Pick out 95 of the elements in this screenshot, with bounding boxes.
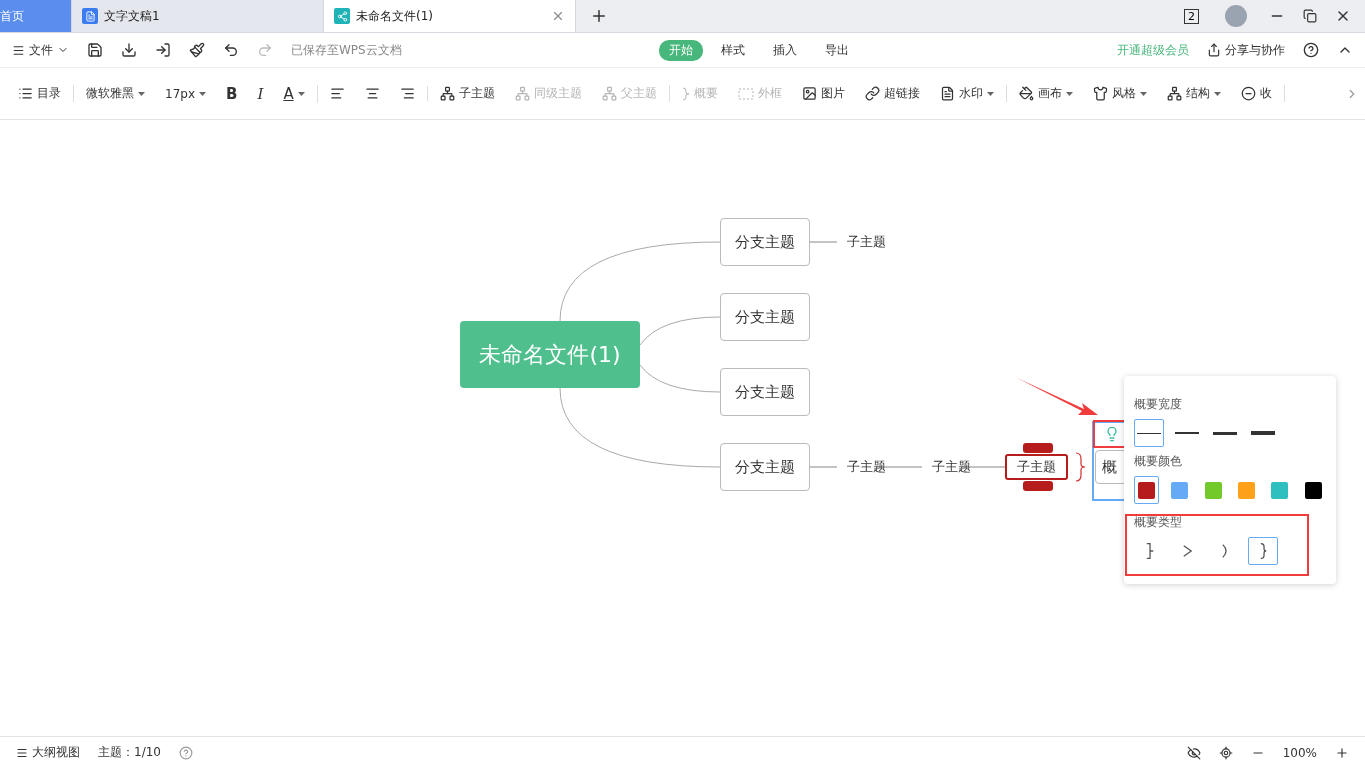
- zoom-level: 100%: [1282, 745, 1317, 760]
- width-option[interactable]: [1134, 419, 1164, 447]
- shirt-icon: [1092, 86, 1108, 101]
- resize-handle[interactable]: [1023, 481, 1053, 491]
- toolbar-button[interactable]: 画布: [1018, 85, 1073, 102]
- document-tab[interactable]: 未命名文件(1): [324, 0, 576, 32]
- toolbar-button[interactable]: 超链接: [864, 85, 920, 102]
- topic-count: 主题：1/10: [98, 744, 161, 761]
- branch-topic[interactable]: 分支主题: [720, 443, 810, 491]
- ribbon-tab[interactable]: 插入: [763, 39, 808, 61]
- ribbon-tab[interactable]: 导出: [815, 39, 860, 61]
- brace-icon: [681, 86, 690, 101]
- subtopic-icon: [439, 86, 455, 101]
- caret-icon[interactable]: [199, 91, 206, 96]
- brace-style-icon: [1220, 543, 1230, 559]
- caret-icon[interactable]: [1139, 91, 1147, 96]
- caret-icon[interactable]: [986, 91, 994, 96]
- caret-icon[interactable]: [138, 91, 145, 96]
- toolbar-button[interactable]: B: [226, 84, 238, 103]
- color-option[interactable]: [1134, 476, 1160, 504]
- sibling-topic-icon: [514, 86, 530, 101]
- window-count[interactable]: 2: [1184, 8, 1199, 24]
- document-tab[interactable]: 文字文稿1: [72, 0, 324, 32]
- branch-topic[interactable]: 分支主题: [720, 368, 810, 416]
- outline-icon[interactable]: [16, 746, 28, 759]
- writer-icon: [82, 8, 98, 24]
- toolbar-button[interactable]: [364, 86, 380, 101]
- section-title: 概要类型: [1134, 514, 1183, 531]
- document-icon: [939, 86, 955, 101]
- dashed-frame-icon: [737, 87, 754, 100]
- tab-label: 首页: [0, 7, 24, 25]
- connector-line: [876, 466, 923, 468]
- minus-circle-icon: [1240, 86, 1256, 101]
- share-button[interactable]: 分享与协作: [1225, 41, 1285, 59]
- restore-icon[interactable]: [1303, 9, 1317, 23]
- summary-brace: [1075, 452, 1086, 482]
- toolbar-button[interactable]: 目录: [18, 85, 61, 102]
- parent-topic-icon: [601, 86, 617, 101]
- menu-icon[interactable]: [12, 43, 25, 57]
- toolbar-button[interactable]: 结构: [1166, 85, 1221, 102]
- connector-line: [809, 241, 838, 243]
- help-icon[interactable]: [1303, 42, 1319, 58]
- toolbar-button[interactable]: [329, 86, 345, 101]
- type-option[interactable]: [1248, 537, 1278, 565]
- share-icon[interactable]: [1207, 43, 1221, 57]
- connector-line: [809, 466, 838, 468]
- caret-icon[interactable]: [297, 91, 305, 96]
- toolbar-button[interactable]: I: [257, 84, 264, 103]
- branch-topic[interactable]: 分支主题: [720, 293, 810, 341]
- branch-topic[interactable]: 分支主题: [720, 218, 810, 266]
- save-status: 已保存至WPS云文档: [291, 41, 402, 59]
- download-icon[interactable]: [121, 42, 137, 58]
- format-painter-icon[interactable]: [189, 42, 205, 58]
- outline-view-button[interactable]: 大纲视图: [32, 744, 80, 761]
- align-left-icon: [329, 86, 345, 101]
- brace-style-icon: [1144, 543, 1154, 559]
- tab-label: 文字文稿1: [104, 7, 160, 25]
- image-icon: [801, 86, 817, 101]
- toolbar-button[interactable]: 微软雅黑: [86, 85, 145, 102]
- toolbar-button[interactable]: 图片: [801, 85, 845, 102]
- ribbon-tab[interactable]: 样式: [711, 39, 756, 61]
- brace-style-icon: [1182, 543, 1192, 559]
- subtopic[interactable]: 子主题: [837, 229, 896, 255]
- toolbar-button[interactable]: [399, 86, 415, 101]
- subtopic[interactable]: 子主题: [1005, 454, 1068, 480]
- toolbar-button[interactable]: 17px: [165, 86, 206, 101]
- section-title: 概要颜色: [1134, 453, 1183, 470]
- hide-icon[interactable]: [1186, 745, 1201, 760]
- outline-icon: [18, 86, 33, 101]
- caret-icon[interactable]: [1213, 91, 1221, 96]
- structure-icon: [1166, 86, 1182, 101]
- subtopic[interactable]: 子主题: [837, 454, 896, 480]
- zoom-in-icon[interactable]: [1335, 745, 1349, 760]
- toolbar-button[interactable]: 水印: [939, 85, 994, 102]
- brace-style-icon: [1258, 543, 1268, 559]
- tab-label: 未命名文件(1): [356, 7, 433, 25]
- subtopic[interactable]: 子主题: [922, 454, 981, 480]
- mindmap-icon: [334, 8, 350, 24]
- resize-handle[interactable]: [1023, 443, 1053, 453]
- align-right-icon: [399, 86, 415, 101]
- undo-icon[interactable]: [223, 42, 239, 58]
- toolbar-button[interactable]: A: [283, 84, 305, 103]
- file-menu[interactable]: 文件: [29, 41, 53, 59]
- toolbar-button[interactable]: 子主题: [439, 85, 495, 102]
- link-icon: [864, 86, 880, 101]
- paint-bucket-icon: [1018, 86, 1034, 101]
- toolbar-button[interactable]: 风格: [1092, 85, 1147, 102]
- toolbar-button[interactable]: 收: [1240, 85, 1272, 102]
- align-center-icon: [364, 86, 380, 101]
- save-icon[interactable]: [87, 42, 103, 58]
- connector-line: [961, 466, 1006, 468]
- export-icon[interactable]: [155, 42, 171, 58]
- locate-icon[interactable]: [1218, 745, 1233, 760]
- caret-icon[interactable]: [1065, 91, 1073, 96]
- section-title: 概要宽度: [1134, 396, 1183, 413]
